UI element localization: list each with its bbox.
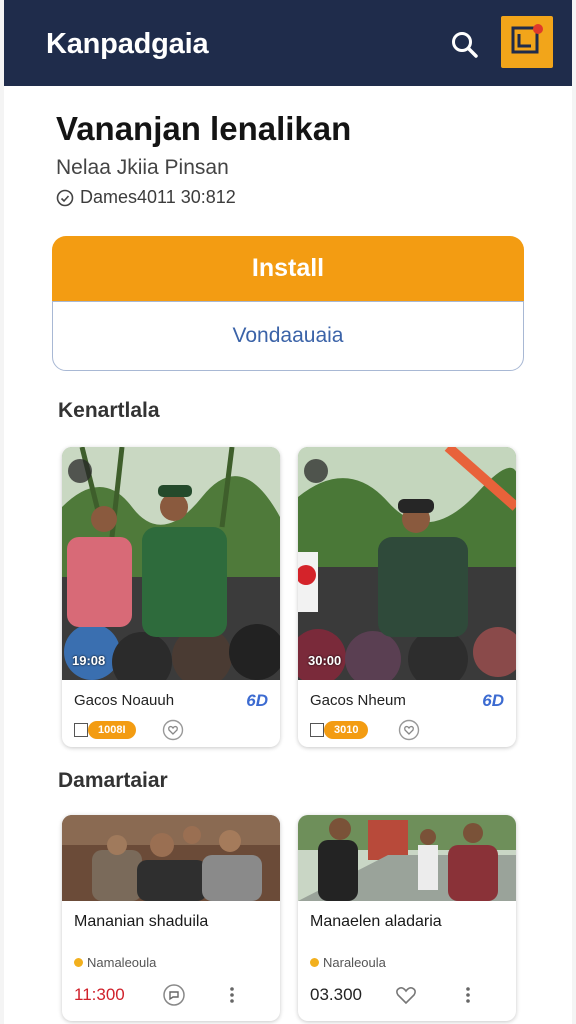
- count-pill: 1008I: [88, 721, 136, 739]
- video-duration: 19:08: [72, 653, 106, 668]
- video-thumbnail[interactable]: 30:00: [298, 447, 516, 680]
- listing-card[interactable]: Mananian shaduila Namaleoula 11:300: [62, 815, 280, 1021]
- listing-title: Mananian shaduila: [74, 913, 209, 930]
- install-button[interactable]: Install: [52, 236, 524, 306]
- heart-icon[interactable]: [162, 719, 184, 741]
- section-title: Kenartlala: [58, 399, 160, 422]
- secondary-button[interactable]: Vondaauaia: [52, 301, 524, 371]
- meta-text: Dames4011 30:812: [80, 187, 236, 207]
- section-title: Damartaiar: [58, 769, 168, 792]
- hd-badge: 6D: [246, 691, 268, 710]
- search-icon[interactable]: [448, 28, 482, 62]
- chat-icon[interactable]: [162, 983, 186, 1007]
- hd-badge: 6D: [482, 691, 504, 710]
- select-checkbox[interactable]: [74, 723, 88, 737]
- page-subtitle: Nelaa Jkiia Pinsan: [56, 156, 229, 179]
- heart-icon[interactable]: [394, 983, 418, 1007]
- heart-icon[interactable]: [398, 719, 420, 741]
- listing-price: 03.300: [310, 985, 362, 1004]
- meta-info: Dames4011 30:812: [56, 187, 236, 208]
- video-title: Gacos Noauuh: [74, 692, 175, 709]
- author-name: Naraleoula: [323, 955, 386, 970]
- count-pill: 3010: [324, 721, 369, 739]
- video-title: Gacos Nheum: [310, 692, 406, 709]
- select-checkbox[interactable]: [310, 723, 324, 737]
- listing-title: Manaelen aladaria: [310, 913, 442, 930]
- listing-price: 11:300: [74, 985, 125, 1004]
- video-duration: 30:00: [308, 653, 342, 668]
- app-title: Kanpadgaia: [46, 28, 209, 60]
- author-line: Namaleoula: [74, 955, 156, 970]
- listing-card[interactable]: Manaelen aladaria Naraleoula 03.300: [298, 815, 516, 1021]
- main-content: Vananjan lenalikan Nelaa Jkiia Pinsan Da…: [4, 86, 572, 1024]
- listing-thumbnail[interactable]: [62, 815, 280, 901]
- page-title: Vananjan lenalikan: [56, 110, 352, 147]
- video-card[interactable]: 19:08 Gacos Noauuh 6D 1008I: [62, 447, 280, 747]
- video-thumbnail[interactable]: 19:08: [62, 447, 280, 680]
- status-dot-icon: [310, 958, 319, 967]
- channel-icon: [68, 459, 92, 483]
- more-icon[interactable]: [458, 983, 478, 1007]
- app-header: Kanpadgaia: [4, 0, 572, 86]
- video-card[interactable]: 30:00 Gacos Nheum 6D 3010: [298, 447, 516, 747]
- check-circle-icon: [56, 189, 74, 206]
- channel-icon: [304, 459, 328, 483]
- author-name: Namaleoula: [87, 955, 157, 970]
- listing-thumbnail[interactable]: [298, 815, 516, 901]
- more-icon[interactable]: [222, 983, 242, 1007]
- author-line: Naraleoula: [310, 955, 386, 970]
- menu-icon[interactable]: [501, 16, 553, 68]
- status-dot-icon: [74, 958, 83, 967]
